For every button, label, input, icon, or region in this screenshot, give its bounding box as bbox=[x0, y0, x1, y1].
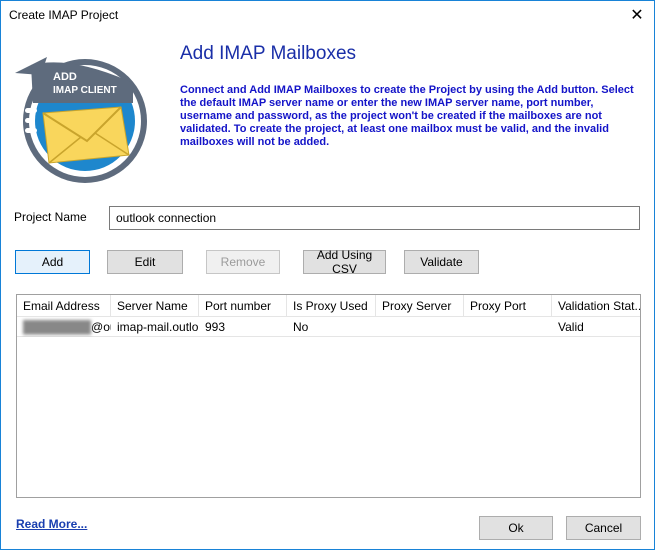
window-title: Create IMAP Project bbox=[9, 8, 119, 22]
ok-button[interactable]: Ok bbox=[479, 516, 553, 540]
column-header-proxy-used[interactable]: Is Proxy Used bbox=[287, 295, 376, 317]
table-row[interactable]: ████████@outlo... imap-mail.outlo... 993… bbox=[17, 317, 640, 337]
add-using-csv-button[interactable]: Add Using CSV bbox=[303, 248, 386, 276]
close-button[interactable]: ✕ bbox=[620, 1, 654, 29]
cell-email: ████████@outlo... bbox=[17, 317, 111, 337]
cell-proxy-used: No bbox=[293, 320, 309, 334]
cell-validation-status: Valid bbox=[558, 320, 584, 334]
cell-proxy-server bbox=[376, 317, 464, 337]
project-name-input[interactable] bbox=[109, 206, 640, 230]
column-header-port[interactable]: Port number bbox=[199, 295, 287, 317]
grid-header: Email Address Server Name Port number Is… bbox=[17, 295, 640, 317]
redacted-email-user: ████████ bbox=[23, 320, 92, 334]
column-header-proxy-port[interactable]: Proxy Port bbox=[464, 295, 552, 317]
validate-button[interactable]: Validate bbox=[404, 250, 479, 274]
cell-server: imap-mail.outlo... bbox=[117, 320, 199, 334]
mailbox-grid[interactable]: Email Address Server Name Port number Is… bbox=[16, 294, 641, 498]
page-title: Add IMAP Mailboxes bbox=[180, 43, 357, 64]
column-header-validation-status[interactable]: Validation Stat... bbox=[552, 295, 640, 317]
logo-text-add: ADD bbox=[53, 71, 77, 83]
column-header-server[interactable]: Server Name bbox=[111, 295, 199, 317]
email-domain-text: @outlo... bbox=[91, 320, 111, 334]
create-imap-project-dialog: Create IMAP Project ✕ ADD IMAP CLIENT Ad… bbox=[0, 0, 655, 550]
logo-text-imap-client: IMAP CLIENT bbox=[53, 85, 117, 96]
project-name-label: Project Name bbox=[14, 210, 87, 224]
edit-button[interactable]: Edit bbox=[107, 250, 183, 274]
column-header-email[interactable]: Email Address bbox=[17, 295, 111, 317]
title-bar: Create IMAP Project ✕ bbox=[1, 1, 654, 30]
cell-proxy-port bbox=[464, 317, 552, 337]
add-imap-client-logo: ADD IMAP CLIENT bbox=[15, 57, 147, 183]
close-icon: ✕ bbox=[630, 7, 644, 24]
cancel-button[interactable]: Cancel bbox=[566, 516, 641, 540]
column-header-proxy-server[interactable]: Proxy Server bbox=[376, 295, 464, 317]
instructions-text: Connect and Add IMAP Mailboxes to create… bbox=[180, 84, 634, 148]
cell-port: 993 bbox=[205, 320, 226, 334]
remove-button[interactable]: Remove bbox=[206, 250, 280, 274]
add-button[interactable]: Add bbox=[15, 250, 90, 274]
read-more-link[interactable]: Read More... bbox=[16, 517, 87, 531]
